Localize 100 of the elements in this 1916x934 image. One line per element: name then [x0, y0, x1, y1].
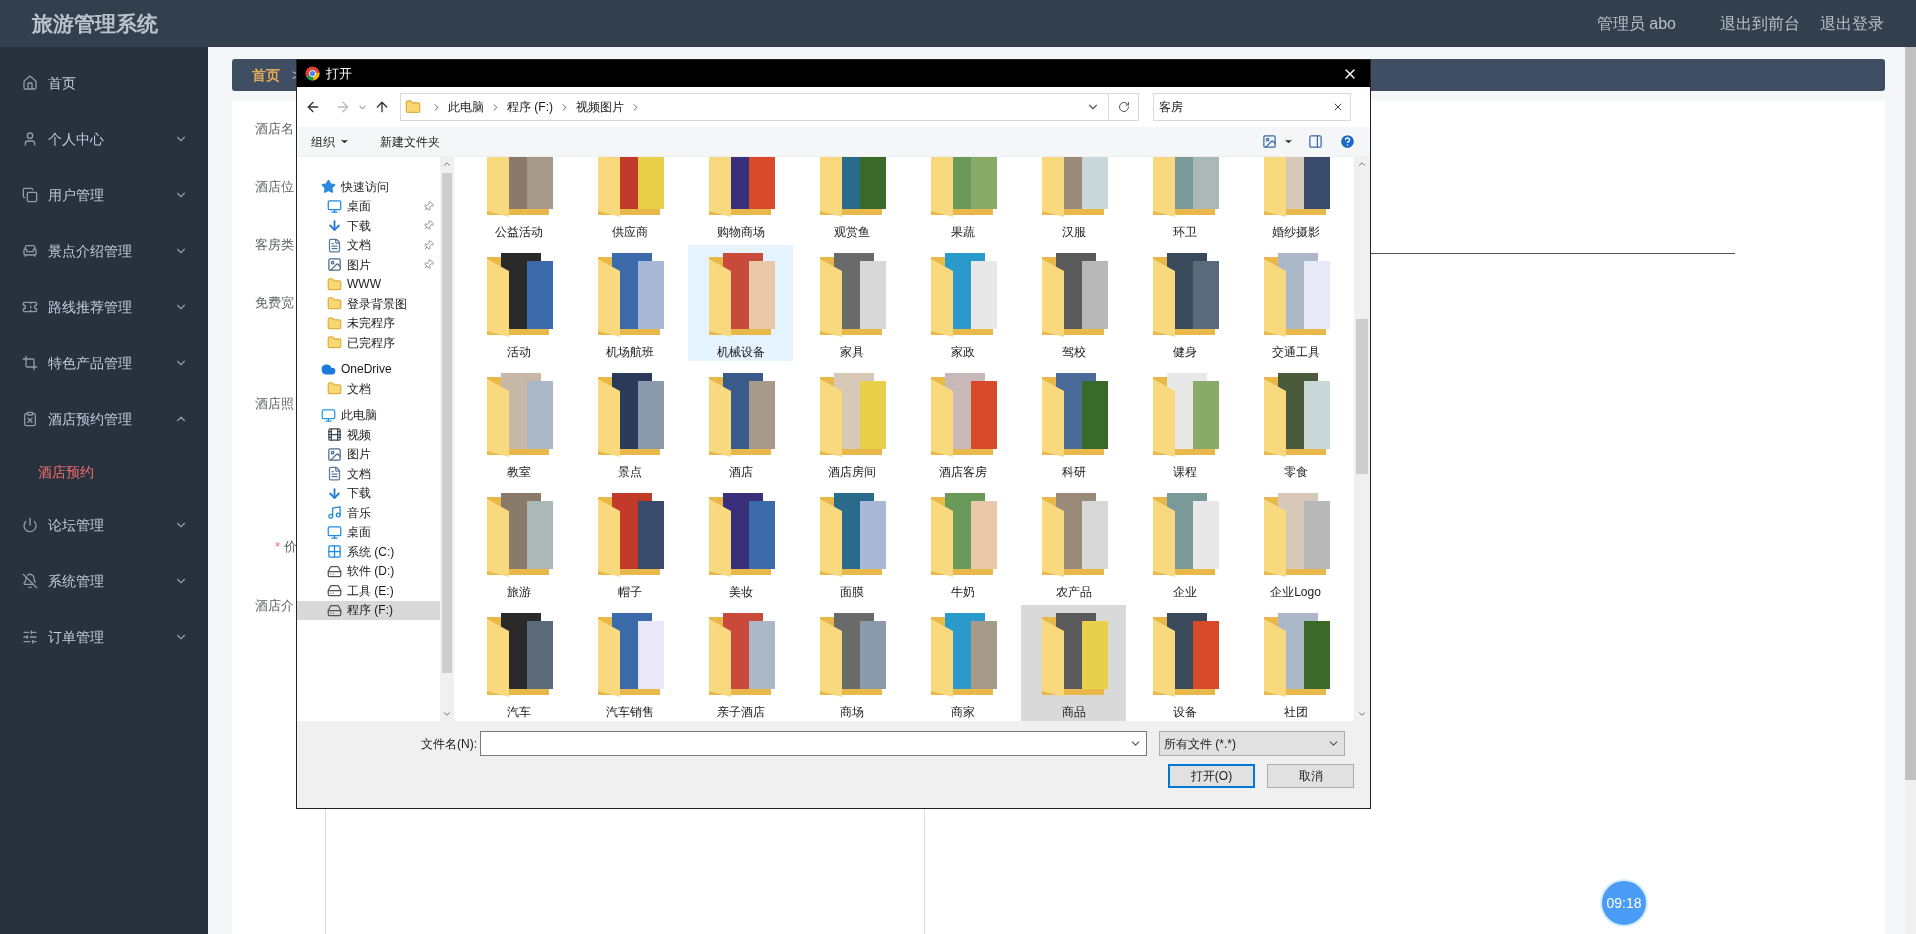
nav-item[interactable]: 文档 — [297, 464, 440, 484]
search-field[interactable]: 客房 — [1153, 93, 1351, 121]
drive-icon — [327, 602, 342, 618]
folder-item[interactable]: 购物商场 — [688, 157, 793, 241]
menu-item[interactable]: 酒店预约管理 — [0, 391, 208, 447]
nav-item[interactable]: WWW — [297, 274, 440, 294]
folder-item[interactable]: 果蔬 — [910, 157, 1015, 241]
scroll-up-icon[interactable] — [442, 159, 452, 169]
nav-item[interactable]: 工具 (E:) — [297, 581, 440, 601]
folder-item[interactable]: 家具 — [799, 245, 904, 361]
preview-pane-icon[interactable] — [1308, 134, 1323, 149]
nav-item[interactable]: 桌面 — [297, 522, 440, 542]
nav-item[interactable]: 文档 — [297, 235, 440, 255]
folder-item[interactable]: 家政 — [910, 245, 1015, 361]
path-segment[interactable]: 此电脑 — [448, 98, 484, 116]
folder-item[interactable]: 社团 — [1243, 605, 1348, 721]
path-segment[interactable]: 程序 (F:) — [507, 98, 553, 116]
nav-item[interactable]: 下载 — [297, 483, 440, 503]
folder-item[interactable]: 零食 — [1243, 365, 1348, 481]
organize-button[interactable]: 组织 — [311, 132, 350, 151]
menu-item[interactable]: 系统管理 — [0, 553, 208, 609]
menu-item[interactable]: 个人中心 — [0, 111, 208, 167]
folder-item[interactable]: 帽子 — [577, 485, 682, 601]
path-segment[interactable]: 视频图片 — [576, 98, 624, 116]
folder-item[interactable]: 商品 — [1021, 605, 1126, 721]
folder-item[interactable]: 机械设备 — [688, 245, 793, 361]
address-bar[interactable]: 此电脑 程序 (F:) 视频图片 — [400, 93, 1139, 121]
folder-item[interactable]: 公益活动 — [466, 157, 571, 241]
up-icon[interactable] — [374, 99, 390, 115]
folder-item[interactable]: 供应商 — [577, 157, 682, 241]
scrollbar-thumb[interactable] — [442, 173, 452, 673]
folder-item[interactable]: 活动 — [466, 245, 571, 361]
folder-item[interactable]: 农产品 — [1021, 485, 1126, 601]
scroll-up-icon[interactable] — [1357, 159, 1367, 169]
nav-item[interactable]: 系统 (C:) — [297, 542, 440, 562]
folder-item[interactable]: 商场 — [799, 605, 904, 721]
nav-item[interactable]: 桌面 — [297, 196, 440, 216]
nav-item[interactable]: 下载 — [297, 216, 440, 236]
folder-item[interactable]: 牛奶 — [910, 485, 1015, 601]
help-icon[interactable] — [1339, 133, 1356, 150]
menu-item[interactable]: 路线推荐管理 — [0, 279, 208, 335]
folder-item[interactable]: 汽车销售 — [577, 605, 682, 721]
folder-item[interactable]: 企业Logo — [1243, 485, 1348, 601]
folder-item[interactable]: 商家 — [910, 605, 1015, 721]
folder-item[interactable]: 酒店客房 — [910, 365, 1015, 481]
nav-item[interactable]: 图片 — [297, 255, 440, 275]
nav-item[interactable]: OneDrive — [297, 359, 440, 379]
nav-item[interactable]: 登录背景图 — [297, 294, 440, 314]
nav-item[interactable]: 未完程序 — [297, 313, 440, 333]
new-folder-button[interactable]: 新建文件夹 — [380, 132, 440, 151]
folder-item[interactable]: 观赏鱼 — [799, 157, 904, 241]
folder-item[interactable]: 面膜 — [799, 485, 904, 601]
folder-item[interactable]: 设备 — [1132, 605, 1237, 721]
header-link[interactable]: 退出登录 — [1820, 11, 1884, 36]
folder-item[interactable]: 交通工具 — [1243, 245, 1348, 361]
folder-item[interactable]: 酒店 — [688, 365, 793, 481]
scrollbar-thumb[interactable] — [1356, 319, 1368, 474]
nav-item[interactable]: 已完程序 — [297, 333, 440, 353]
nav-item[interactable]: 图片 — [297, 444, 440, 464]
menu-item[interactable]: 景点介绍管理 — [0, 223, 208, 279]
folder-item[interactable]: 汽车 — [466, 605, 571, 721]
folder-item[interactable]: 旅游 — [466, 485, 571, 601]
breadcrumb-link[interactable]: 首页 — [252, 64, 280, 86]
folder-item[interactable]: 婚纱摄影 — [1243, 157, 1348, 241]
folder-item[interactable]: 美妆 — [688, 485, 793, 601]
submenu-item[interactable]: 酒店预约 — [0, 447, 208, 497]
clear-icon[interactable] — [1332, 101, 1344, 113]
folder-item[interactable]: 亲子酒店 — [688, 605, 793, 721]
folder-item[interactable]: 酒店房间 — [799, 365, 904, 481]
dialog-button[interactable]: 取消 — [1267, 764, 1354, 788]
folder-item[interactable]: 健身 — [1132, 245, 1237, 361]
menu-item[interactable]: 用户管理 — [0, 167, 208, 223]
scroll-down-icon[interactable] — [442, 709, 452, 719]
folder-item[interactable]: 汉服 — [1021, 157, 1126, 241]
nav-item[interactable]: 软件 (D:) — [297, 561, 440, 581]
nav-item[interactable]: 快速访问 — [297, 177, 440, 197]
nav-item[interactable]: 音乐 — [297, 503, 440, 523]
folder-item[interactable]: 环卫 — [1132, 157, 1237, 241]
nav-item[interactable]: 文档 — [297, 379, 440, 399]
menu-item[interactable]: 首页 — [0, 55, 208, 111]
filename-field[interactable] — [480, 731, 1147, 756]
menu-item[interactable]: 特色产品管理 — [0, 335, 208, 391]
folder-item[interactable]: 驾校 — [1021, 245, 1126, 361]
view-icon[interactable] — [1262, 134, 1277, 149]
folder-item[interactable]: 机场航班 — [577, 245, 682, 361]
nav-item[interactable]: 程序 (F:) — [297, 600, 440, 620]
menu-item[interactable]: 论坛管理 — [0, 497, 208, 553]
folder-item[interactable]: 科研 — [1021, 365, 1126, 481]
nav-item[interactable]: 视频 — [297, 425, 440, 445]
folder-item[interactable]: 课程 — [1132, 365, 1237, 481]
folder-item[interactable]: 景点 — [577, 365, 682, 481]
folder-item[interactable]: 教室 — [466, 365, 571, 481]
nav-item[interactable]: 此电脑 — [297, 405, 440, 425]
menu-item[interactable]: 订单管理 — [0, 609, 208, 665]
file-type-select[interactable]: 所有文件 (*.*) — [1159, 731, 1345, 756]
header-link[interactable]: 退出到前台 — [1720, 11, 1800, 36]
dialog-button[interactable]: 打开(O) — [1168, 764, 1255, 788]
back-icon[interactable] — [305, 99, 321, 115]
scroll-down-icon[interactable] — [1357, 709, 1367, 719]
folder-item[interactable]: 企业 — [1132, 485, 1237, 601]
